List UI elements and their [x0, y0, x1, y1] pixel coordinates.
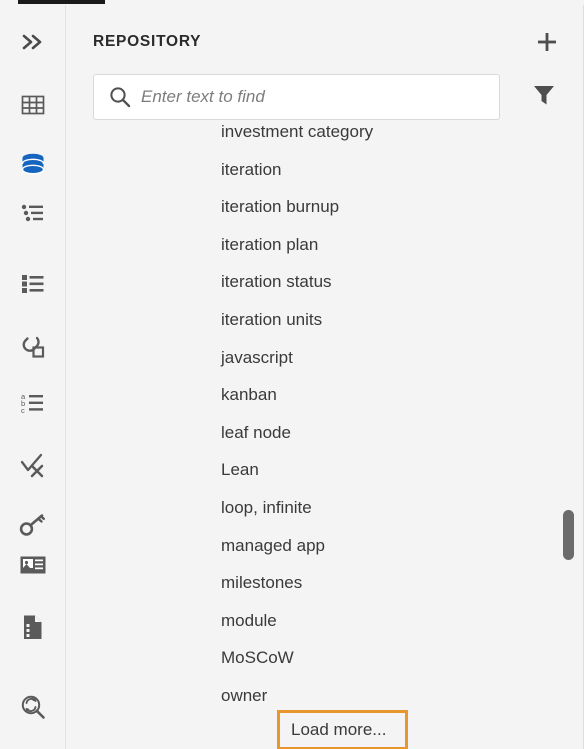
- rail-item-grid[interactable]: [0, 83, 65, 127]
- list-item[interactable]: iteration burnup: [66, 188, 583, 226]
- load-more-button[interactable]: Load more...: [277, 710, 408, 749]
- page-title: REPOSITORY: [93, 33, 202, 50]
- list-item[interactable]: loop, infinite: [66, 489, 583, 527]
- search-box[interactable]: [93, 74, 500, 120]
- list-item[interactable]: javascript: [66, 339, 583, 377]
- add-button[interactable]: [532, 29, 562, 59]
- repository-list: investment category iteration iteration bu…: [66, 125, 583, 715]
- key-icon: [19, 512, 47, 538]
- load-more-label: Load more...: [291, 720, 387, 739]
- repository-list-viewport[interactable]: investment category iteration iteration bu…: [66, 125, 583, 749]
- document-icon: [20, 613, 46, 641]
- link-box-icon: [18, 333, 48, 361]
- abc-list-icon: a b c: [19, 390, 47, 416]
- rail-item-cards[interactable]: [0, 543, 65, 587]
- grid-icon: [20, 92, 46, 118]
- repository-panel: investment category iteration iteration bu…: [66, 5, 584, 749]
- list-item[interactable]: iteration: [66, 151, 583, 189]
- double-chevron-right-icon: [20, 32, 46, 52]
- active-tab-indicator[interactable]: [18, 0, 105, 4]
- rail-item-documents[interactable]: [0, 605, 65, 649]
- left-icon-rail: a b c: [0, 5, 66, 749]
- app-window: a b c investment category iteration iter…: [0, 0, 584, 749]
- list-item[interactable]: iteration units: [66, 301, 583, 339]
- list-scrollbar-thumb[interactable]: [563, 510, 574, 560]
- plus-icon: [535, 30, 559, 59]
- list-item[interactable]: owner: [66, 677, 583, 715]
- rail-item-expand[interactable]: [0, 20, 65, 64]
- list-scrollbar-track[interactable]: [561, 125, 575, 749]
- rail-item-detail-list[interactable]: [0, 261, 65, 305]
- square-list-icon: [19, 270, 47, 296]
- repository-panel-header: REPOSITORY: [66, 5, 583, 125]
- rail-item-repository[interactable]: [0, 143, 65, 187]
- rail-item-outline-list[interactable]: [0, 191, 65, 235]
- list-item[interactable]: kanban: [66, 376, 583, 414]
- id-card-icon: [18, 553, 48, 577]
- rail-item-keys[interactable]: [0, 503, 65, 547]
- rail-item-validation[interactable]: [0, 443, 65, 487]
- list-item[interactable]: leaf node: [66, 414, 583, 452]
- list-item[interactable]: milestones: [66, 564, 583, 602]
- list-item[interactable]: investment category: [66, 125, 583, 151]
- list-item[interactable]: module: [66, 602, 583, 640]
- filter-button[interactable]: [529, 82, 559, 112]
- list-item[interactable]: iteration plan: [66, 226, 583, 264]
- bullet-list-icon: [19, 200, 47, 226]
- search-input[interactable]: [141, 87, 461, 107]
- list-item[interactable]: Lean: [66, 451, 583, 489]
- list-item[interactable]: MoSCoW: [66, 639, 583, 677]
- search-icon: [109, 86, 131, 108]
- magnifier-cycle-icon: [18, 692, 48, 722]
- rail-item-impact-analysis[interactable]: [0, 685, 65, 729]
- search-row: [93, 74, 559, 121]
- rail-item-glossary[interactable]: a b c: [0, 381, 65, 425]
- check-x-icon: [19, 452, 47, 478]
- rail-item-links[interactable]: [0, 325, 65, 369]
- funnel-icon: [531, 82, 557, 113]
- list-item[interactable]: managed app: [66, 527, 583, 565]
- svg-text:c: c: [21, 406, 25, 415]
- list-item[interactable]: iteration status: [66, 263, 583, 301]
- database-icon: [18, 151, 48, 179]
